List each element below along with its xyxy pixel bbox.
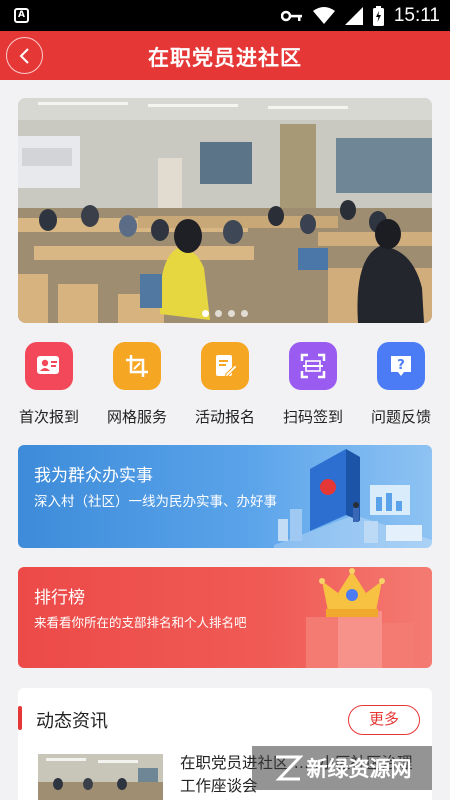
grid-crop-icon <box>113 342 161 390</box>
news-heading: 动态资讯 <box>36 711 108 732</box>
ranking-card-subtitle: 来看看你所在的支部排名和个人排名吧 <box>34 615 247 630</box>
signal-icon <box>344 6 363 25</box>
quick-action-event-signup[interactable]: 活动报名 <box>180 342 270 432</box>
quick-action-feedback[interactable]: ? 问题反馈 <box>356 342 446 432</box>
news-thumbnail[interactable] <box>38 754 163 800</box>
quick-action-label: 首次报到 <box>18 408 79 426</box>
quick-action-label: 问题反馈 <box>370 408 431 426</box>
clock: 15:11 <box>393 4 440 26</box>
banner-photo <box>18 98 432 323</box>
service-card[interactable]: 我为群众办实事 深入村（社区）一线为民办实事、办好事 <box>18 445 432 548</box>
title-bar: 在职党员进社区 <box>0 31 450 80</box>
page-title: 在职党员进社区 <box>148 46 302 70</box>
section-accent-bar <box>18 706 22 730</box>
quick-action-label: 活动报名 <box>194 408 255 426</box>
service-card-subtitle: 深入村（社区）一线为民办实事、办好事 <box>34 494 277 510</box>
carousel-dot[interactable] <box>228 310 235 317</box>
carousel-dot[interactable] <box>202 310 209 317</box>
key-icon <box>280 10 302 21</box>
ranking-card[interactable]: 排行榜 来看看你所在的支部排名和个人排名吧 <box>18 567 432 668</box>
svg-text:?: ? <box>397 358 405 373</box>
ranking-card-title: 排行榜 <box>34 588 85 608</box>
carousel-indicators <box>18 310 432 317</box>
question-icon: ? <box>377 342 425 390</box>
service-illustration <box>274 449 432 548</box>
carousel-dot[interactable] <box>241 310 248 317</box>
quick-action-scan-checkin[interactable]: 扫码签到 <box>268 342 358 432</box>
service-card-title: 我为群众办实事 <box>34 466 153 486</box>
quick-action-grid-service[interactable]: 网格服务 <box>92 342 182 432</box>
battery-icon <box>372 5 384 26</box>
crown-illustration <box>306 568 414 668</box>
id-card-icon <box>25 342 73 390</box>
watermark-logo <box>274 755 303 781</box>
banner-carousel[interactable] <box>18 98 432 323</box>
watermark-text: 新绿资源网 <box>306 757 412 781</box>
carousel-dot[interactable] <box>215 310 222 317</box>
quick-action-label: 扫码签到 <box>282 408 343 426</box>
app-notification-icon: A <box>14 8 29 23</box>
scan-icon <box>289 342 337 390</box>
quick-action-label: 网格服务 <box>106 408 167 426</box>
watermark: 新绿资源网 <box>252 746 432 790</box>
more-button[interactable]: 更多 <box>348 705 420 735</box>
quick-actions: 首次报到 网格服务 活动报名 扫码签到 ? 问题反馈 <box>0 342 450 432</box>
edit-document-icon <box>201 342 249 390</box>
quick-action-first-checkin[interactable]: 首次报到 <box>4 342 94 432</box>
wifi-icon <box>312 6 335 24</box>
status-bar: A 15:11 <box>0 0 450 31</box>
